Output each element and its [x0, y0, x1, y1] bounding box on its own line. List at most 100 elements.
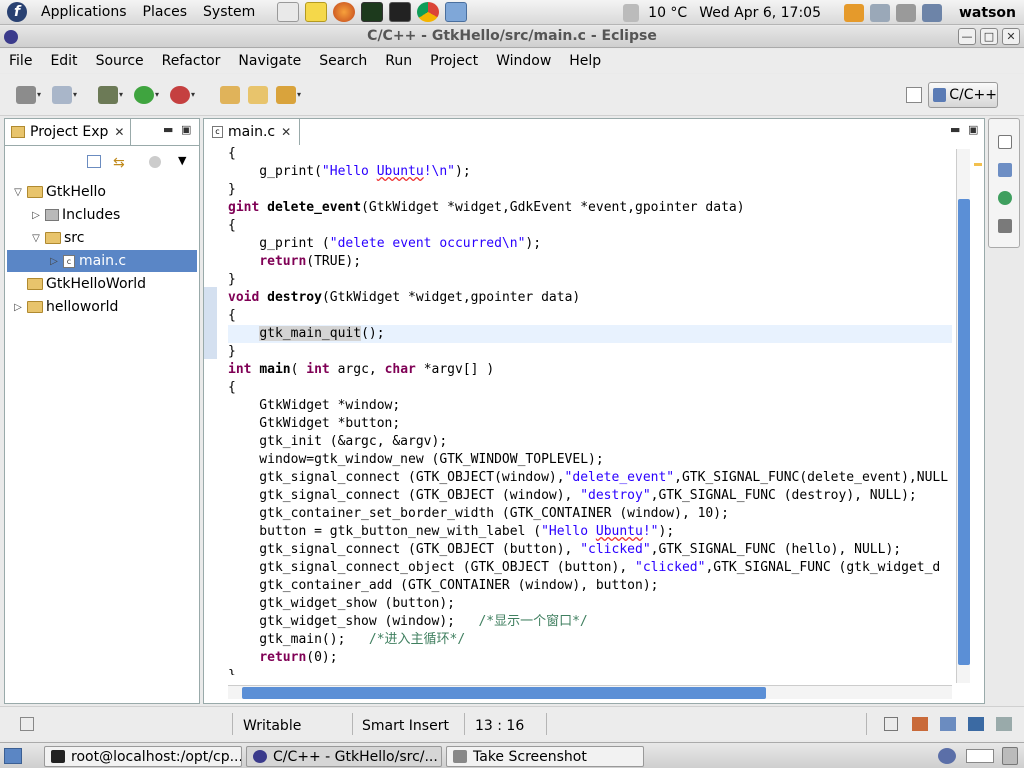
restore-icon[interactable]: [998, 135, 1012, 149]
open-type-icon[interactable]: [220, 86, 240, 104]
code-line[interactable]: gtk_signal_connect (GTK_OBJECT (button),…: [228, 541, 901, 559]
horizontal-scrollbar[interactable]: [228, 685, 952, 699]
vertical-scrollbar[interactable]: [956, 149, 970, 683]
close-window-button[interactable]: ✕: [1002, 28, 1020, 45]
console-icon[interactable]: [968, 717, 984, 731]
code-line[interactable]: gtk_widget_show (window); /*显示一个窗口*/: [228, 613, 587, 631]
minimize-view-icon[interactable]: ▬: [163, 123, 173, 136]
maximize-view-icon[interactable]: ▣: [181, 123, 191, 136]
collapse-arrow-icon[interactable]: ▽: [11, 187, 25, 198]
close-editor-tab-icon[interactable]: ✕: [281, 125, 291, 139]
task-list-icon[interactable]: [998, 219, 1012, 233]
external-tools-icon[interactable]: [170, 86, 190, 104]
new-dropdown-icon[interactable]: ▾: [73, 90, 77, 99]
expand-arrow-icon[interactable]: ▷: [47, 256, 61, 267]
code-line[interactable]: {: [228, 145, 236, 163]
screenshot-launcher-icon[interactable]: [277, 2, 300, 22]
overview-ruler-mark[interactable]: [974, 163, 982, 166]
run-dropdown-icon[interactable]: ▾: [155, 90, 159, 99]
tree-item[interactable]: ▽ src: [7, 227, 197, 249]
debug-dropdown-icon[interactable]: ▾: [119, 90, 123, 99]
overview-ruler[interactable]: [972, 149, 984, 699]
code-line[interactable]: GtkWidget *window;: [228, 397, 400, 415]
code-line[interactable]: gtk_signal_connect_object (GTK_OBJECT (b…: [228, 559, 940, 577]
editor-tab-main-c[interactable]: c main.c ✕: [204, 119, 301, 145]
code-line[interactable]: {: [228, 307, 236, 325]
project-explorer-tab[interactable]: Project Exp ✕: [5, 119, 132, 145]
display-icon[interactable]: [922, 3, 942, 22]
code-line[interactable]: gtk_main(); /*进入主循环*/: [228, 631, 465, 649]
maximize-window-button[interactable]: □: [980, 28, 998, 45]
weather-temperature[interactable]: 10 °C: [642, 5, 693, 21]
code-line[interactable]: gtk_main_quit();: [228, 325, 952, 343]
collapse-arrow-icon[interactable]: ▽: [29, 233, 43, 244]
menu-edit[interactable]: Edit: [41, 53, 86, 69]
tasks-icon[interactable]: [940, 717, 956, 731]
view-menu-icon[interactable]: ▼: [178, 154, 186, 167]
fast-view-icon[interactable]: [20, 717, 34, 731]
code-line[interactable]: gint delete_event(GtkWidget *widget,GdkE…: [228, 199, 745, 217]
panel-menu-system[interactable]: System: [195, 4, 263, 20]
expand-arrow-icon[interactable]: ▷: [29, 210, 43, 221]
code-line[interactable]: gtk_widget_show (button);: [228, 595, 455, 613]
menu-navigate[interactable]: Navigate: [229, 53, 310, 69]
code-line[interactable]: GtkWidget *button;: [228, 415, 400, 433]
search-dropdown-icon[interactable]: ▾: [297, 90, 301, 99]
code-line[interactable]: }: [228, 667, 236, 675]
new-icon[interactable]: [52, 86, 72, 104]
panel-menu-places[interactable]: Places: [135, 4, 196, 20]
code-line[interactable]: {: [228, 217, 236, 235]
open-perspective-icon[interactable]: [906, 87, 922, 103]
debug-icon[interactable]: [98, 86, 118, 104]
run-icon[interactable]: [134, 86, 154, 104]
filter-icon[interactable]: [149, 156, 161, 168]
perspective-c-cpp-button[interactable]: C/C++: [928, 82, 998, 108]
workspace-switcher-icon[interactable]: [938, 748, 956, 764]
code-line[interactable]: {: [228, 379, 236, 397]
vertical-scroll-thumb[interactable]: [958, 199, 970, 665]
chrome-launcher-icon[interactable]: [417, 2, 440, 22]
code-text-area[interactable]: { g_print("Hello Ubuntu!\n");} gint delet…: [228, 145, 952, 675]
code-line[interactable]: gtk_container_add (GTK_CONTAINER (window…: [228, 577, 658, 595]
code-line[interactable]: return(TRUE);: [228, 253, 361, 271]
search-icon[interactable]: [276, 86, 296, 104]
panel-user-name[interactable]: watson: [953, 5, 1024, 21]
package-launcher-icon[interactable]: [445, 2, 468, 22]
code-line[interactable]: int main( int argc, char *argv[] ): [228, 361, 494, 379]
collapse-all-icon[interactable]: [87, 155, 101, 168]
menu-source[interactable]: Source: [87, 53, 153, 69]
code-line[interactable]: gtk_container_set_border_width (GTK_CONT…: [228, 505, 729, 523]
tree-item[interactable]: ▷ Includes: [7, 204, 197, 226]
trim-restore-icon[interactable]: [884, 717, 898, 731]
horizontal-scroll-thumb[interactable]: [242, 687, 766, 699]
panel-clock[interactable]: Wed Apr 6, 17:05: [693, 5, 827, 21]
menu-project[interactable]: Project: [421, 53, 487, 69]
tree-item[interactable]: ▽ GtkHello: [7, 181, 197, 203]
build-dropdown-icon[interactable]: ▾: [37, 90, 41, 99]
menu-run[interactable]: Run: [376, 53, 421, 69]
code-line[interactable]: }: [228, 271, 236, 289]
tree-item[interactable]: ▷ c main.c: [7, 250, 197, 272]
menu-search[interactable]: Search: [310, 53, 376, 69]
trash-icon[interactable]: [1002, 747, 1018, 765]
properties-icon[interactable]: [996, 717, 1012, 731]
update-notifier-icon[interactable]: [844, 3, 864, 22]
taskbar-item-terminal[interactable]: root@localhost:/opt/cp...: [44, 746, 242, 767]
panel-menu-applications[interactable]: Applications: [33, 4, 135, 20]
link-with-editor-icon[interactable]: ⇆: [113, 155, 125, 171]
tree-item[interactable]: ▷ helloworld: [7, 296, 197, 318]
menu-help[interactable]: Help: [560, 53, 610, 69]
firefox-launcher-icon[interactable]: [333, 2, 356, 22]
maximize-editor-icon[interactable]: ▣: [968, 123, 978, 136]
menu-window[interactable]: Window: [487, 53, 560, 69]
workspace-pager[interactable]: [966, 749, 994, 763]
close-tab-icon[interactable]: ✕: [114, 125, 124, 139]
expand-arrow-icon[interactable]: ▷: [11, 302, 25, 313]
minimize-window-button[interactable]: —: [958, 28, 976, 45]
fedora-logo-icon[interactable]: f: [7, 2, 27, 22]
code-line[interactable]: button = gtk_button_new_with_label ("Hel…: [228, 523, 674, 541]
menu-refactor[interactable]: Refactor: [153, 53, 230, 69]
network-icon[interactable]: [870, 3, 890, 22]
code-line[interactable]: void destroy(GtkWidget *widget,gpointer …: [228, 289, 580, 307]
terminal-launcher-icon[interactable]: [389, 2, 412, 22]
